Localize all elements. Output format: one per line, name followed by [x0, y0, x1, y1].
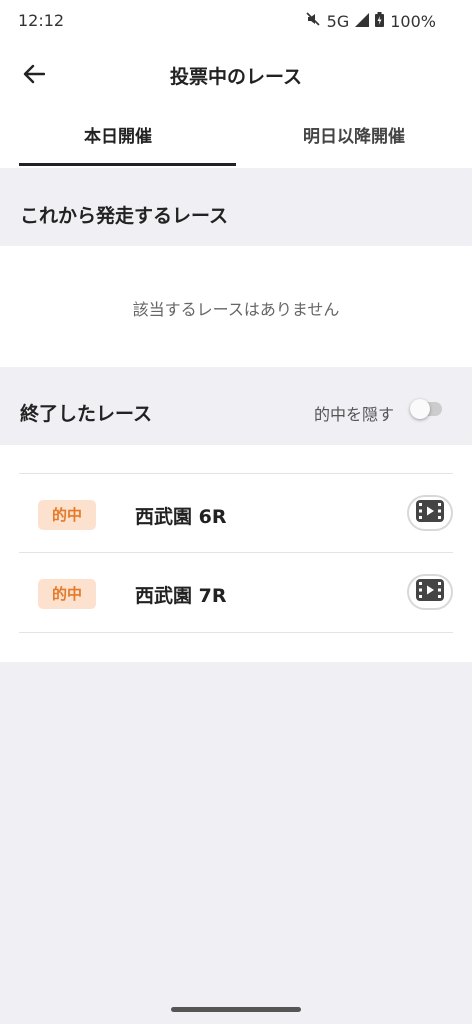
empty-message: 該当するレースはありません	[132, 300, 340, 319]
toggle-knob	[410, 399, 430, 419]
video-icon	[416, 579, 444, 605]
battery-level: 100%	[390, 11, 436, 31]
status-time: 12:12	[18, 11, 65, 30]
upcoming-heading: これから発走するレース	[20, 205, 229, 227]
finished-heading: 終了したレース	[20, 403, 153, 425]
hide-hits-toggle[interactable]	[410, 399, 442, 419]
hit-badge: 的中	[38, 579, 96, 609]
finished-section-header: 終了したレース 的中を隠す	[0, 367, 472, 445]
network-label: 5G	[326, 11, 350, 31]
video-button[interactable]	[407, 495, 453, 531]
upcoming-section-header: これから発走するレース	[0, 168, 472, 246]
tab-active-indicator	[19, 163, 236, 166]
app-bar: 投票中のレース	[0, 42, 472, 110]
battery-icon	[375, 11, 385, 31]
race-name: 西武園 6R	[135, 506, 227, 528]
empty-state: 該当するレースはありません	[0, 246, 472, 367]
status-icons: 5G 100%	[305, 11, 436, 31]
tab-bar: 本日開催 明日以降開催	[0, 110, 472, 169]
status-bar: 12:12 5G 100%	[0, 0, 472, 42]
home-indicator[interactable]	[171, 1007, 301, 1012]
race-name: 西武園 7R	[135, 585, 227, 607]
hit-badge: 的中	[38, 500, 96, 530]
tab-today[interactable]: 本日開催	[0, 110, 236, 168]
race-row[interactable]: 的中 西武園 6R	[19, 473, 453, 553]
page-title: 投票中のレース	[169, 66, 303, 88]
video-icon	[416, 500, 444, 526]
hide-hits-label: 的中を隠す	[313, 405, 394, 424]
race-row[interactable]: 的中 西武園 7R	[19, 552, 453, 633]
signal-icon	[355, 12, 370, 31]
finished-race-list: 的中 西武園 6R 的中 西武園 7R	[0, 445, 472, 662]
video-button[interactable]	[407, 574, 453, 610]
tab-tomorrow-onward[interactable]: 明日以降開催	[236, 110, 472, 168]
mute-icon	[305, 11, 321, 31]
